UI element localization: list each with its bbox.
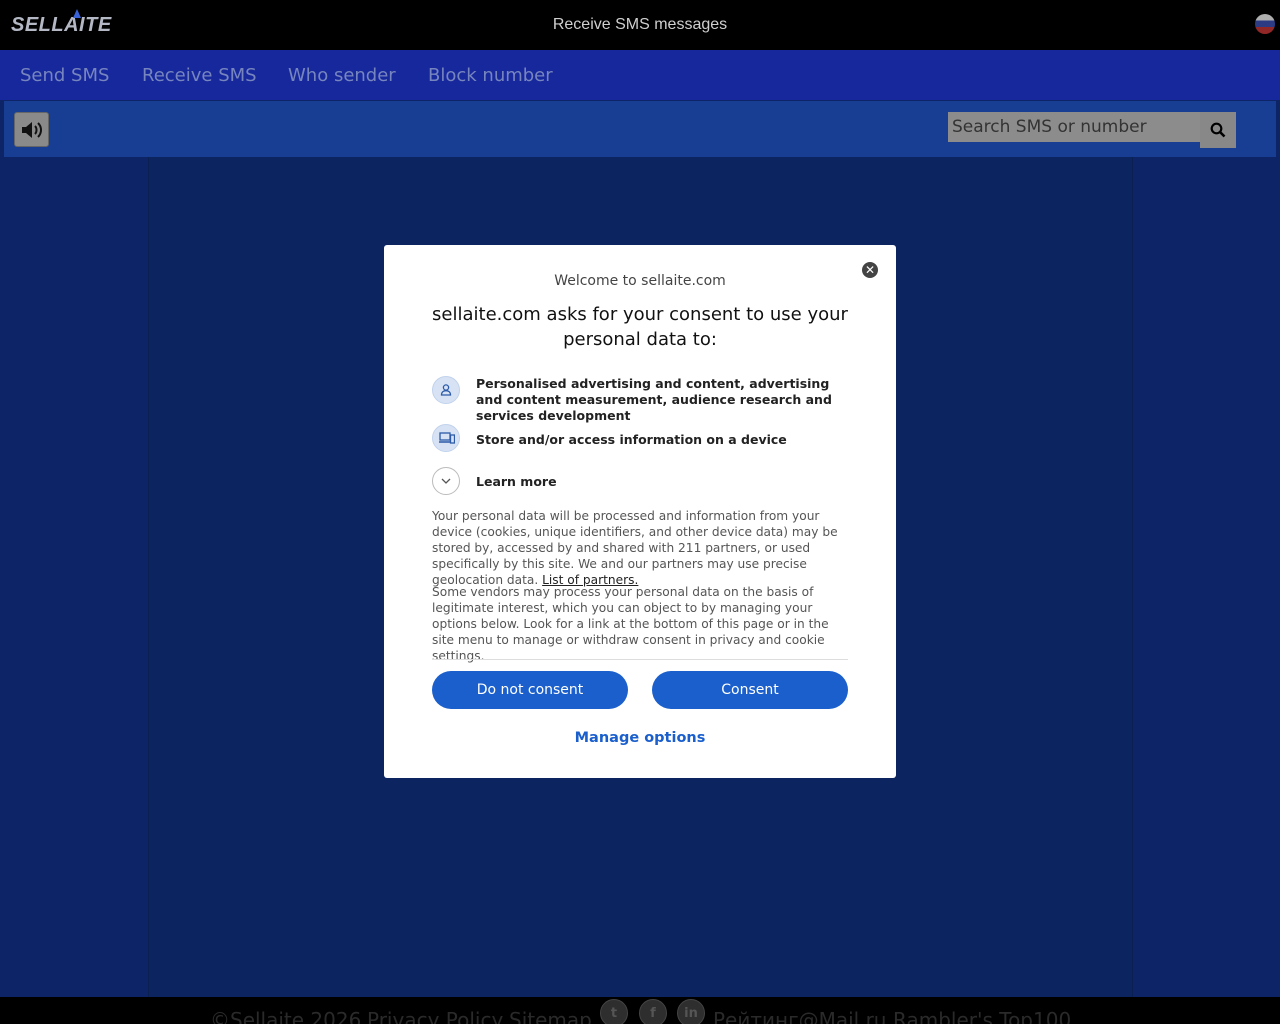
manage-options-link[interactable]: Manage options	[384, 730, 896, 746]
consent-dialog: ✕ Welcome to sellaite.com sellaite.com a…	[384, 245, 896, 778]
consent-headline: sellaite.com asks for your consent to us…	[432, 304, 848, 350]
russian-flag-icon[interactable]	[1255, 14, 1275, 34]
speaker-icon	[22, 122, 42, 138]
consent-paragraph-legitimate-interest: Some vendors may process your personal d…	[432, 585, 829, 663]
linkedin-icon[interactable]: in	[677, 999, 705, 1024]
main-nav: Send SMS Receive SMS Who sender Block nu…	[0, 50, 1280, 100]
nav-receive-sms[interactable]: Receive SMS	[142, 65, 257, 86]
nav-send-sms[interactable]: Send SMS	[20, 65, 109, 86]
person-icon	[432, 376, 460, 404]
consent-button[interactable]: Consent	[652, 671, 848, 709]
consent-paragraph-data: Your personal data will be processed and…	[432, 508, 850, 588]
purpose-advertising: Personalised advertising and content, ad…	[476, 376, 832, 423]
nav-block-number[interactable]: Block number	[428, 65, 553, 86]
search-button[interactable]	[1200, 112, 1236, 148]
learn-more-toggle[interactable]: Learn more	[476, 474, 557, 489]
footer-rambler-counter[interactable]: Rambler's Top100	[893, 1008, 1071, 1024]
do-not-consent-button[interactable]: Do not consent	[432, 671, 628, 709]
top-bar: SELLAITE Receive SMS messages	[0, 0, 1280, 50]
footer-copyright: ©Sellaite 2026	[210, 1008, 362, 1024]
footer: ©Sellaite 2026 Privacy Policy Sitemap t …	[0, 997, 1280, 1024]
footer-sitemap-link[interactable]: Sitemap	[509, 1008, 592, 1024]
toolbar	[4, 101, 1276, 157]
nav-who-sender[interactable]: Who sender	[288, 65, 396, 86]
footer-privacy-link[interactable]: Privacy Policy	[367, 1008, 503, 1024]
divider	[432, 659, 848, 660]
facebook-icon[interactable]: f	[639, 999, 667, 1024]
sound-toggle-button[interactable]	[14, 112, 49, 147]
page-title: Receive SMS messages	[552, 16, 728, 33]
search-icon	[1210, 122, 1226, 138]
purpose-device-storage: Store and/or access information on a dev…	[476, 432, 787, 447]
consent-welcome: Welcome to sellaite.com	[554, 273, 726, 289]
twitter-icon[interactable]: t	[600, 999, 628, 1024]
footer-mailru-counter[interactable]: Рейтинг@Mail.ru	[713, 1008, 886, 1024]
search-input[interactable]	[948, 112, 1200, 142]
chevron-down-icon[interactable]	[432, 467, 460, 495]
device-icon	[432, 424, 460, 452]
